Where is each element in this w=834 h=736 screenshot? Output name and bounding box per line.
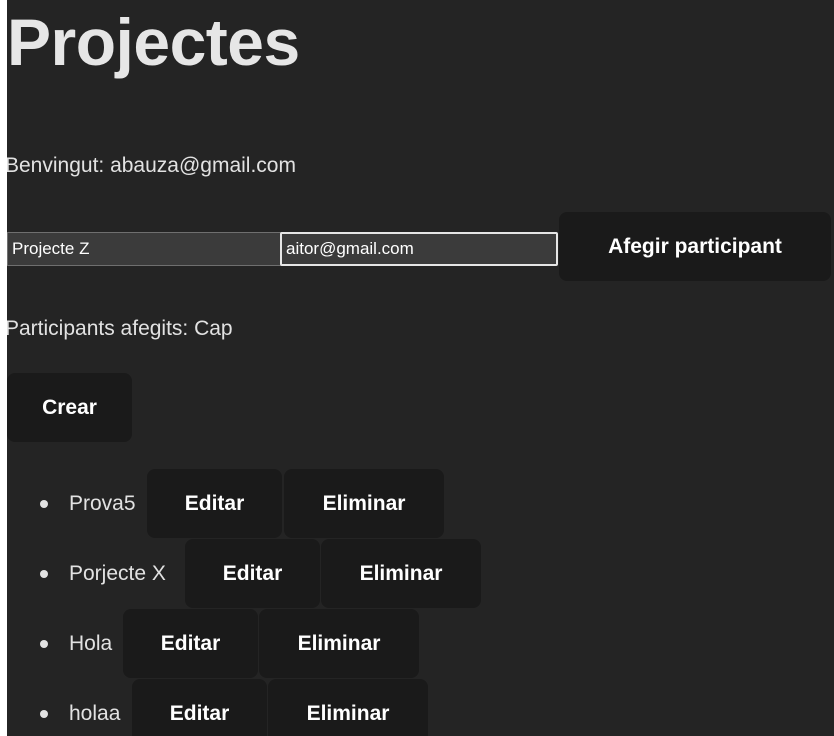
edit-project-button[interactable]: Editar <box>132 679 267 736</box>
project-name: Hola <box>69 632 113 655</box>
bullet-icon <box>40 640 48 648</box>
project-name: Porjecte X <box>69 562 166 585</box>
project-name: holaa <box>69 702 121 725</box>
edit-project-button[interactable]: Editar <box>185 539 320 608</box>
bullet-icon <box>40 500 48 508</box>
welcome-text: Benvingut: abauza@gmail.com <box>5 154 296 177</box>
edit-project-button[interactable]: Editar <box>123 609 258 678</box>
delete-project-button[interactable]: Eliminar <box>259 609 419 678</box>
project-list-item: holaa Editar Eliminar <box>0 679 834 736</box>
bullet-icon <box>40 710 48 718</box>
page-title: Projectes <box>7 5 300 79</box>
delete-project-button[interactable]: Eliminar <box>268 679 428 736</box>
participants-status: Participants afegits: Cap <box>5 317 233 340</box>
project-name-input[interactable] <box>7 232 282 266</box>
bullet-icon <box>40 570 48 578</box>
create-project-button[interactable]: Crear <box>7 373 132 442</box>
add-participant-button[interactable]: Afegir participant <box>559 212 831 281</box>
project-name: Prova5 <box>69 492 136 515</box>
project-list-item: Hola Editar Eliminar <box>0 609 834 678</box>
delete-project-button[interactable]: Eliminar <box>321 539 481 608</box>
app-root: Projectes Benvingut: abauza@gmail.com Af… <box>0 0 834 736</box>
delete-project-button[interactable]: Eliminar <box>284 469 444 538</box>
project-list-item: Prova5 Editar Eliminar <box>0 469 834 538</box>
project-list-item: Porjecte X Editar Eliminar <box>0 539 834 608</box>
participant-email-input[interactable] <box>280 232 558 266</box>
edit-project-button[interactable]: Editar <box>147 469 282 538</box>
